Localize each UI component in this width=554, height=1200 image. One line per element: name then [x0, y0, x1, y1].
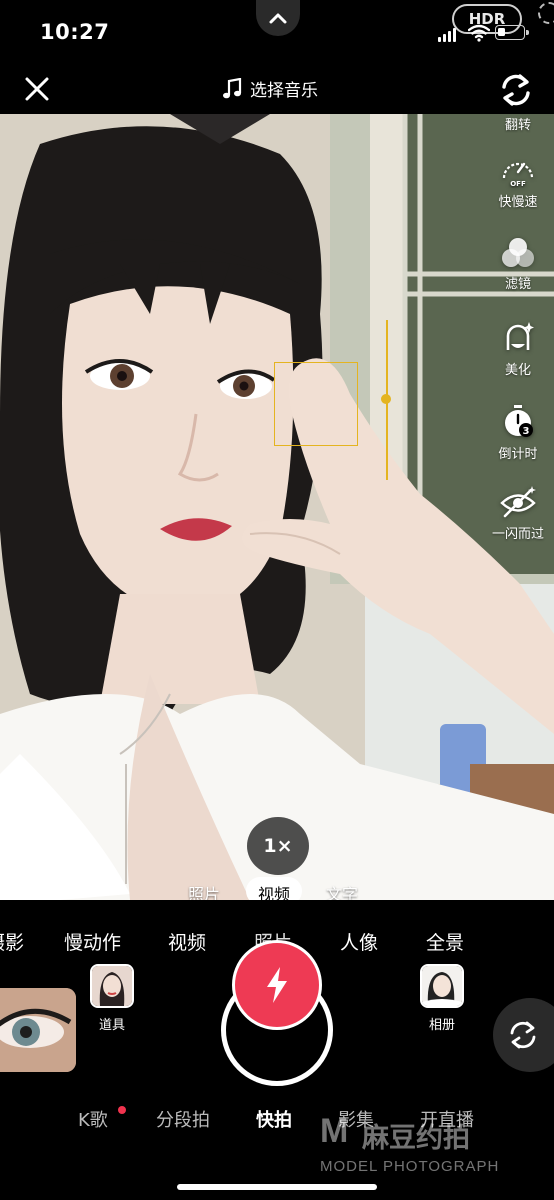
- flash-off-icon: [500, 486, 536, 518]
- select-music-button[interactable]: 选择音乐: [222, 76, 318, 101]
- filter-icon: [502, 238, 534, 267]
- pull-down-tab[interactable]: [256, 0, 300, 36]
- quick-shot-button[interactable]: [232, 940, 322, 1030]
- select-music-label: 选择音乐: [250, 81, 318, 101]
- status-time: 10:27: [40, 20, 110, 44]
- tool-flip[interactable]: 翻转: [486, 114, 550, 133]
- close-icon[interactable]: [22, 74, 52, 104]
- mode-item[interactable]: 全景: [426, 928, 464, 955]
- beauty-icon: [506, 322, 534, 350]
- props-thumbnail: [90, 964, 134, 1008]
- eye-closeup-image: [0, 988, 76, 1072]
- camera-viewfinder[interactable]: [0, 114, 554, 900]
- album-label: 相册: [428, 1018, 455, 1033]
- tool-flip-label: 翻转: [504, 118, 531, 133]
- watermark-subtitle: MODEL PHOTOGRAPH: [320, 1158, 500, 1175]
- speed-icon-sub: OFF: [510, 180, 526, 188]
- switch-camera-icon: [510, 1021, 536, 1049]
- switch-camera-button[interactable]: [493, 998, 554, 1072]
- tool-speed-label: 快慢速: [498, 195, 538, 210]
- focus-box: [274, 362, 358, 446]
- tool-timer-label: 倒计时: [498, 447, 538, 462]
- tool-flash-by-label: 一闪而过: [491, 527, 544, 542]
- album-button[interactable]: 相册: [420, 964, 464, 1033]
- tab-segment-shoot[interactable]: 分段拍: [156, 1106, 210, 1132]
- album-thumbnail: [420, 964, 464, 1008]
- tool-flash-by[interactable]: 一闪而过: [486, 484, 550, 542]
- live-camera-preview: [0, 114, 554, 900]
- zoom-button[interactable]: 1×: [247, 817, 309, 875]
- battery-fill: [498, 28, 505, 36]
- cellular-signal-icon: [438, 28, 456, 42]
- tool-filter-label: 滤镜: [504, 277, 531, 292]
- tab-quick-shot[interactable]: 快拍: [256, 1106, 292, 1132]
- mode-item[interactable]: 摄影: [0, 928, 24, 955]
- watermark-title: 麻豆约拍: [362, 1123, 470, 1154]
- home-indicator[interactable]: [177, 1184, 377, 1190]
- last-capture-thumbnail[interactable]: [0, 988, 76, 1072]
- mode-item[interactable]: 人像: [340, 928, 378, 955]
- exposure-sun-icon[interactable]: [377, 390, 395, 408]
- camera-bottom-panel: 摄影 慢动作 视频 照片 人像 全景 道具 相册: [0, 900, 554, 1200]
- battery-icon: [495, 25, 529, 40]
- settings-ring-icon[interactable]: [538, 2, 554, 24]
- camera-top-bar: 选择音乐: [0, 62, 554, 114]
- wifi-icon: [468, 24, 490, 42]
- bottom-tabs: K歌 分段拍 快拍 影集 开直播: [0, 1106, 554, 1136]
- speed-icon: OFF: [502, 162, 534, 188]
- tool-timer[interactable]: 3 倒计时: [486, 404, 550, 462]
- timer-icon-sub: 3: [523, 426, 530, 437]
- timer-icon: 3: [505, 405, 533, 437]
- props-button[interactable]: 道具: [90, 964, 134, 1033]
- status-bar: 10:27 HDR: [0, 0, 554, 62]
- tab-karaoke[interactable]: K歌: [78, 1106, 108, 1132]
- tool-speed[interactable]: OFF 快慢速: [486, 152, 550, 210]
- mode-item[interactable]: 慢动作: [64, 928, 121, 955]
- notification-dot: [118, 1106, 126, 1114]
- flip-camera-icon[interactable]: [496, 70, 536, 110]
- chevron-up-icon: [269, 13, 287, 24]
- tool-filter[interactable]: 滤镜: [486, 236, 550, 292]
- mode-item[interactable]: 视频: [168, 928, 206, 955]
- music-note-icon: [223, 77, 242, 98]
- watermark-logo: M: [320, 1112, 349, 1150]
- tool-beauty-label: 美化: [504, 363, 531, 378]
- props-label: 道具: [98, 1018, 125, 1033]
- tool-beauty[interactable]: 美化: [486, 320, 550, 378]
- lightning-icon: [267, 967, 287, 1003]
